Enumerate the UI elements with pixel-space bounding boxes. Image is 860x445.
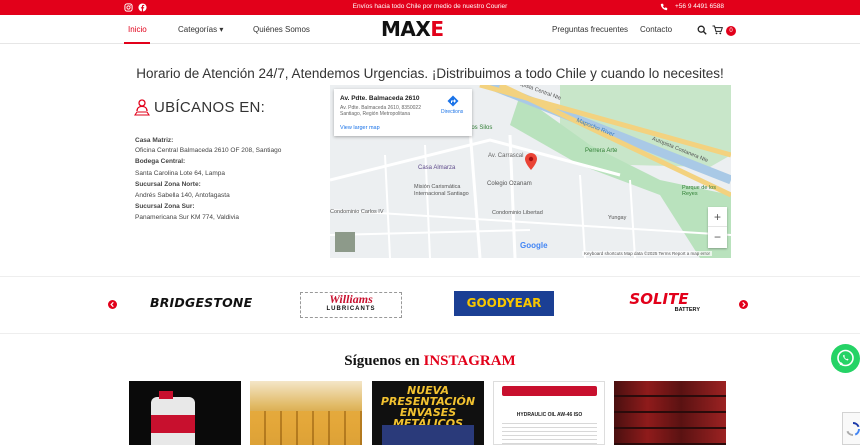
location-address: Panamericana Sur KM 774, Valdivia: [135, 214, 239, 221]
map-label: Yungay: [608, 215, 627, 221]
carousel-next-button[interactable]: [739, 300, 748, 309]
brand-williams-name: Williams: [329, 292, 373, 306]
location-person-icon: [133, 99, 151, 117]
map-zoom-control: + −: [708, 207, 727, 248]
whatsapp-button[interactable]: [831, 344, 860, 373]
service-headline: Horario de Atención 24/7, Atendemos Urge…: [136, 66, 724, 81]
recaptcha-icon: [846, 421, 860, 437]
post-caption: NUEVA PRESENTACIÓN ENVASES METÁLICOS: [380, 384, 476, 430]
divider: [0, 333, 860, 334]
instagram-post[interactable]: [129, 381, 241, 445]
main-nav: Inicio Categorías ▾ Quiénes Somos MAXE P…: [0, 15, 860, 44]
logo-accent: E: [430, 17, 444, 41]
nav-item-quienes-somos[interactable]: Quiénes Somos: [253, 25, 310, 34]
instagram-title-accent: INSTAGRAM: [423, 353, 516, 369]
nav-item-inicio[interactable]: Inicio: [128, 25, 147, 34]
brand-solite-name: SOLITE: [629, 290, 689, 308]
location-address: Andrés Sabella 140, Antofagasta: [135, 192, 230, 199]
spec-sheet-image: [502, 420, 597, 444]
instagram-post[interactable]: [250, 381, 362, 445]
view-larger-map-link[interactable]: View larger map: [340, 125, 380, 131]
nav-item-preguntas[interactable]: Preguntas frecuentes: [552, 25, 628, 34]
map-label: Casa Almarza: [418, 165, 456, 171]
phone-icon: [660, 3, 668, 11]
bottle-label-image: [151, 415, 195, 433]
recaptcha-badge[interactable]: [842, 412, 860, 445]
active-indicator: [124, 42, 150, 44]
shipping-notice: Envíos hacia todo Chile por medio de nue…: [352, 3, 508, 10]
whatsapp-icon: [837, 349, 854, 367]
bottle-cap-image: [159, 391, 173, 399]
nav-item-contacto[interactable]: Contacto: [640, 25, 672, 34]
location-address: Santa Carolina Lote 64, Lampa: [135, 170, 225, 177]
search-icon[interactable]: [697, 25, 707, 37]
map-card-title: Av. Pdte. Balmaceda 2610: [340, 95, 420, 102]
phone-number[interactable]: +56 9 4491 6588: [675, 3, 724, 10]
williams-banner-image: [502, 386, 597, 396]
cart-icon[interactable]: [712, 25, 723, 37]
maxe-logo[interactable]: MAXE: [381, 17, 444, 41]
zoom-out-button[interactable]: −: [708, 227, 727, 247]
map-label: Condominio Libertad: [492, 210, 543, 216]
brand-williams[interactable]: Williams LUBRICANTS: [300, 292, 402, 318]
logo-text: MAX: [381, 17, 431, 41]
map-label: Condominio Carlos IV: [330, 209, 384, 215]
location-label: Sucursal Zona Norte:: [135, 181, 201, 188]
location-label: Casa Matriz:: [135, 137, 174, 144]
instagram-post[interactable]: HYDRAULIC OIL AW-46 ISO: [493, 381, 605, 445]
chevron-right-icon: [742, 301, 746, 308]
location-address: Oficina Central Balmaceda 2610 OF 208, S…: [135, 147, 282, 154]
location-label: Sucursal Zona Sur:: [135, 203, 195, 210]
map-label: Av. Carrascal: [488, 153, 524, 159]
drums-image: [250, 411, 362, 445]
brand-williams-sub: LUBRICANTS: [326, 306, 376, 312]
google-logo: Google: [520, 241, 548, 250]
locations-title: UBÍCANOS EN:: [154, 99, 266, 116]
top-bar: Envíos hacia todo Chile por medio de nue…: [0, 0, 860, 15]
cans-image: [382, 425, 474, 445]
cart-count-badge: 0: [726, 26, 736, 36]
instagram-title: Síguenos en INSTAGRAM: [0, 353, 860, 370]
carousel-prev-button[interactable]: [108, 300, 117, 309]
warehouse-shelves-image: [614, 381, 726, 445]
map-label: Parque de los Reyes: [682, 185, 716, 197]
map-pin-icon[interactable]: [525, 153, 537, 170]
directions-icon[interactable]: [447, 95, 459, 107]
brand-bridgestone[interactable]: BRIDGESTONE: [150, 295, 252, 310]
map-label: Misión Carismática Internacional Santiag…: [414, 184, 469, 197]
directions-link[interactable]: Directions: [441, 109, 463, 115]
zoom-in-button[interactable]: +: [708, 207, 727, 227]
brand-goodyear[interactable]: GOODYEAR: [454, 291, 554, 316]
map-label: Perrera Arte: [585, 148, 618, 154]
map-footer: Keyboard shortcuts Map data ©2025 Terms …: [582, 251, 713, 256]
instagram-title-prefix: Síguenos en: [344, 353, 420, 369]
post-caption: HYDRAULIC OIL AW-46 ISO: [516, 412, 583, 418]
chevron-left-icon: [110, 301, 114, 308]
instagram-post[interactable]: NUEVA PRESENTACIÓN ENVASES METÁLICOS: [372, 381, 484, 445]
brand-solite[interactable]: SOLITE BATTERY: [618, 291, 700, 313]
map-card-address: Av. Pdte. Balmaceda 2610, 8350022 Santia…: [340, 105, 421, 117]
instagram-post[interactable]: [614, 381, 726, 445]
divider: [0, 276, 860, 277]
map-info-card: Av. Pdte. Balmaceda 2610 Av. Pdte. Balma…: [334, 89, 472, 136]
map-label: Colegio Ozanam: [487, 181, 532, 187]
nav-item-categorias[interactable]: Categorías ▾: [178, 25, 223, 34]
location-label: Bodega Central:: [135, 158, 186, 165]
